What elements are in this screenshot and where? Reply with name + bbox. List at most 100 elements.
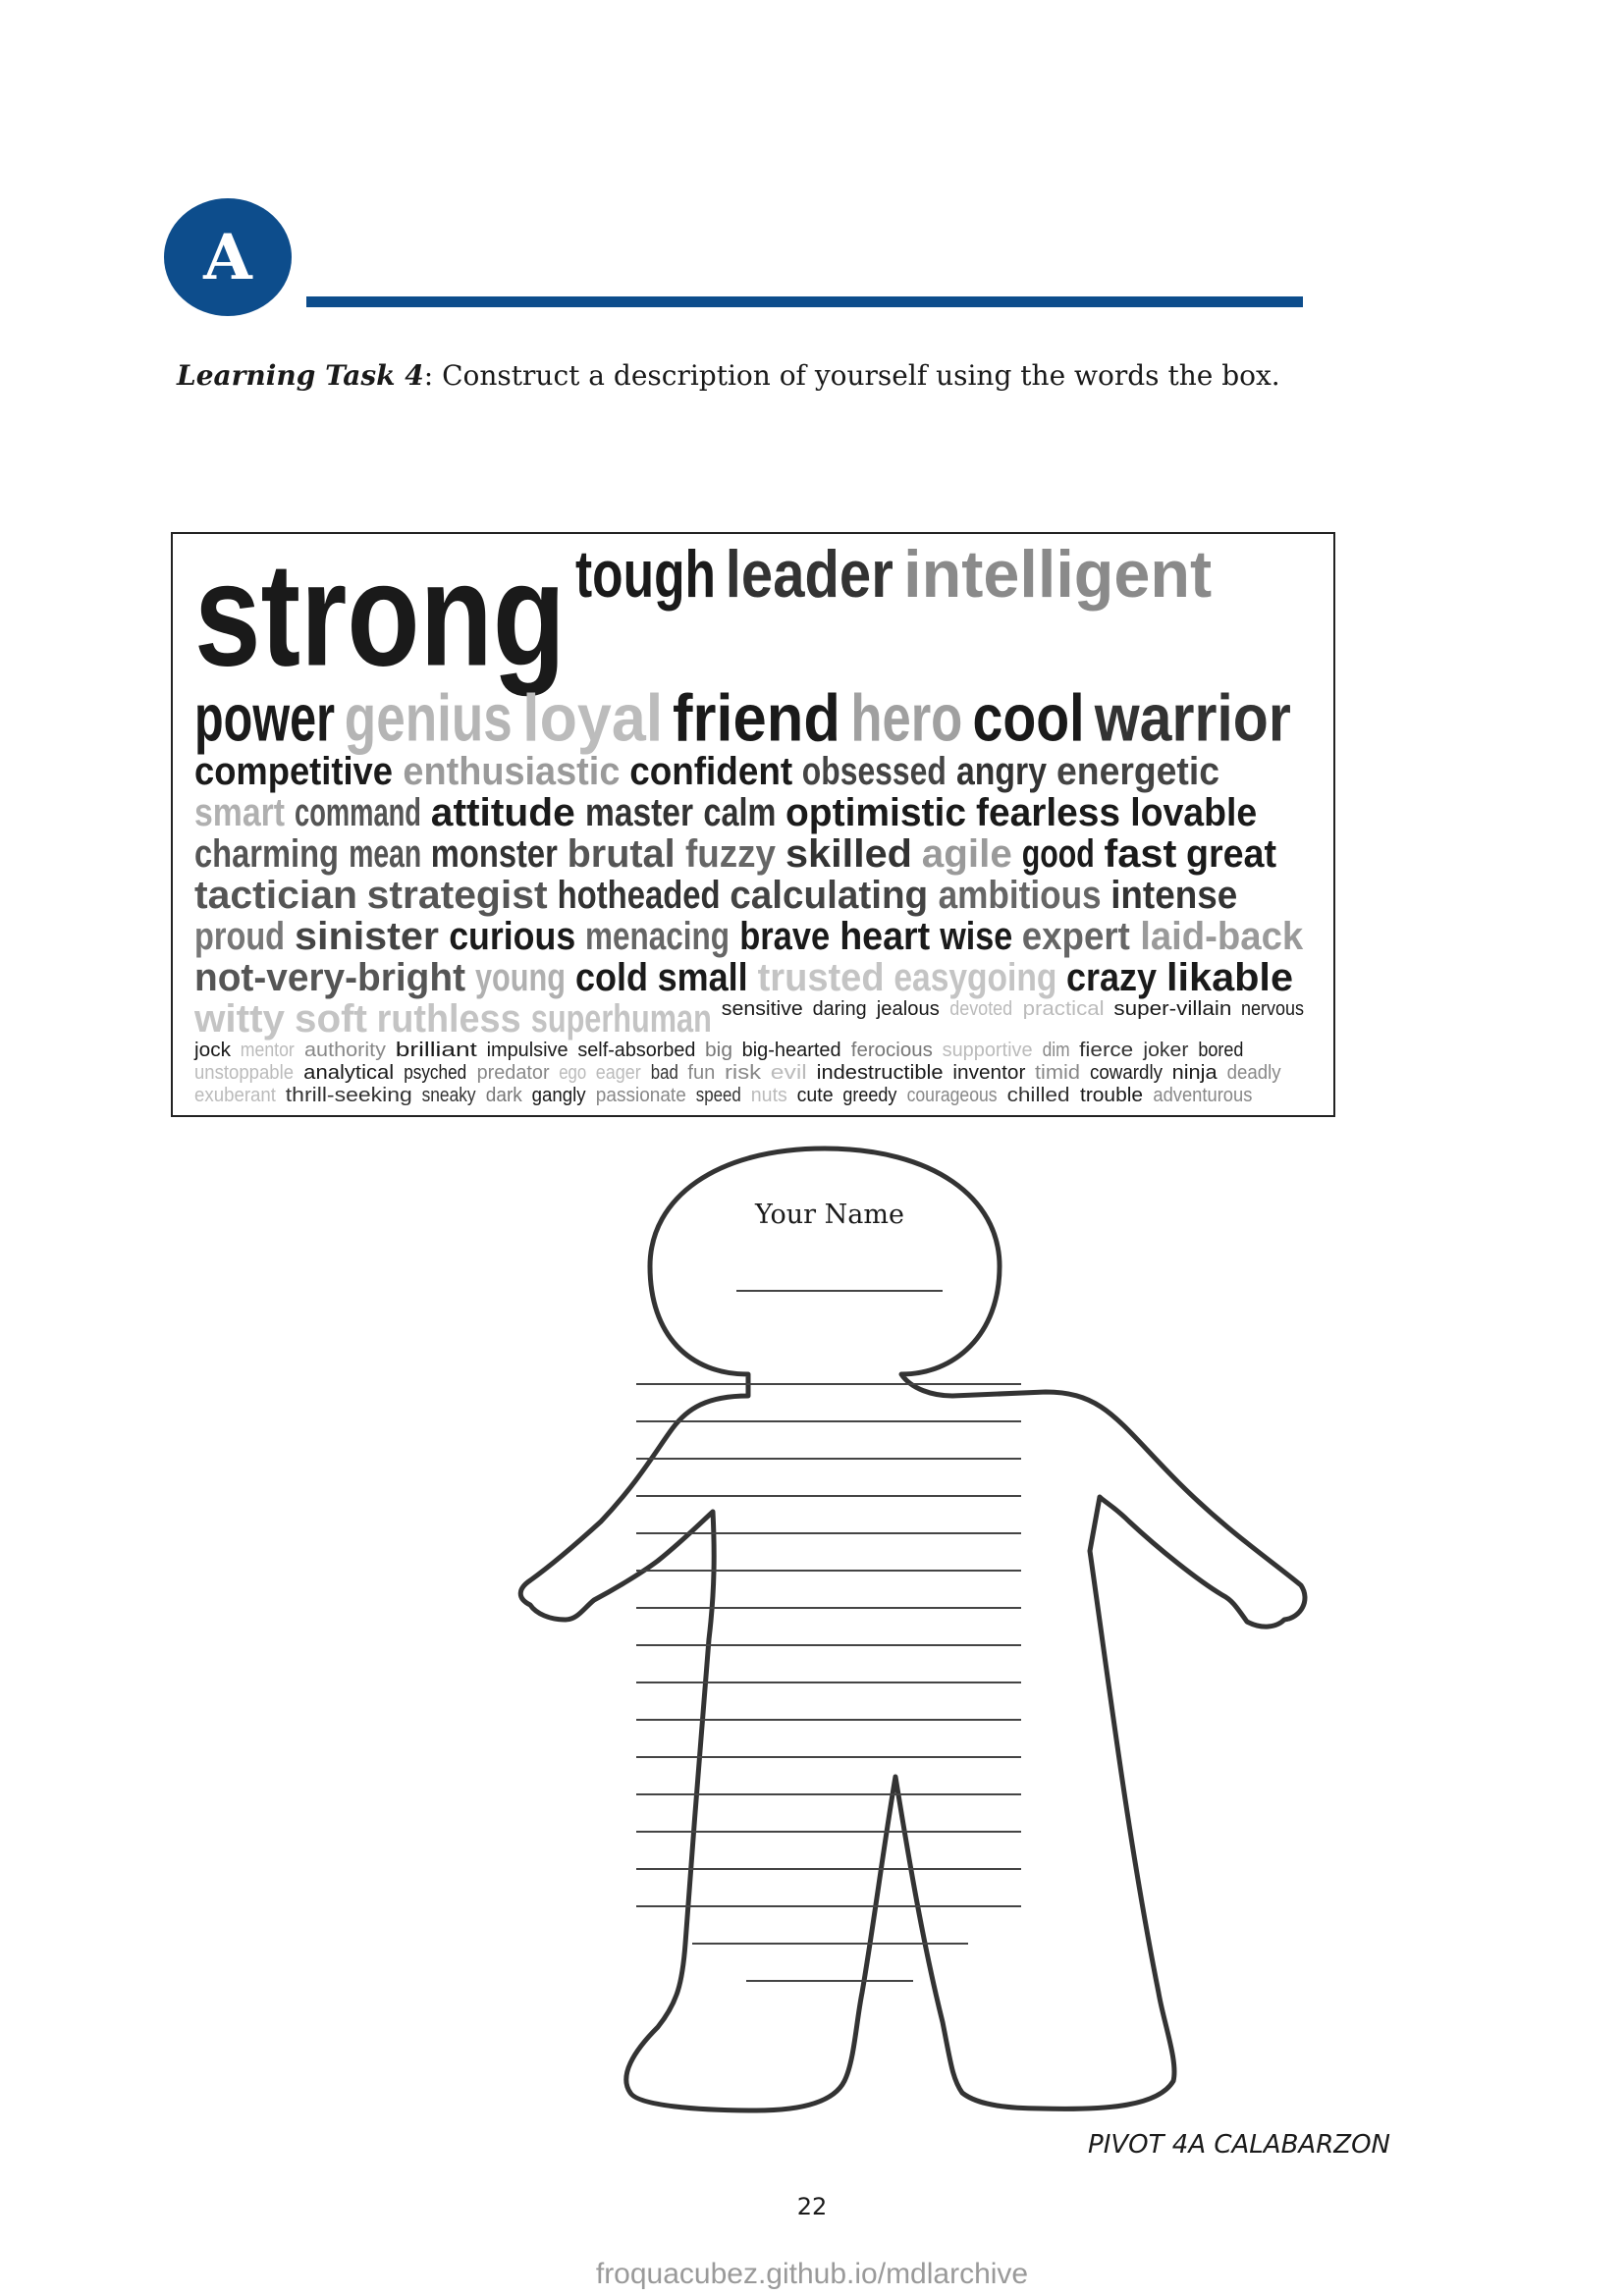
word-cloud: strong tough leader intelligentpower genius l…: [193, 534, 1304, 1106]
cloud-word: calculating: [730, 874, 928, 917]
section-badge: A: [164, 198, 292, 316]
cloud-word: supportive: [943, 1040, 1033, 1061]
cloud-word: command: [295, 791, 421, 834]
cloud-word: confident: [629, 750, 792, 793]
cloud-word: strategist: [367, 874, 548, 917]
cloud-word: agile: [922, 832, 1012, 876]
cloud-word: timid: [1035, 1062, 1080, 1084]
cloud-word: crazy: [1066, 956, 1158, 999]
cloud-word: genius: [345, 680, 513, 755]
cloud-word: not-very-bright: [194, 956, 465, 999]
cloud-word: obsessed: [802, 750, 947, 793]
word-cloud-box: strong tough leader intelligent power genius l…: [171, 532, 1335, 1117]
cloud-word: great: [1186, 832, 1276, 876]
cloud-word: sinister: [295, 915, 439, 958]
cloud-word: leader: [726, 537, 893, 612]
cloud-word: brilliant: [396, 1040, 478, 1061]
task-text: : Construct a description of yourself us…: [423, 359, 1280, 392]
cloud-word: wise: [939, 915, 1012, 958]
cloud-word: adventurous: [1153, 1085, 1252, 1106]
cloud-word: impulsive: [487, 1040, 568, 1061]
cloud-word: superhuman: [531, 997, 712, 1041]
cloud-word: chilled: [1007, 1085, 1070, 1106]
body-outline: [517, 1146, 1308, 2113]
cloud-word: intense: [1110, 874, 1237, 917]
cloud-word: charming: [194, 832, 339, 876]
cloud-word: heart: [839, 915, 930, 958]
cloud-word: menacing: [585, 915, 730, 958]
cloud-word: ego: [559, 1062, 586, 1084]
cloud-word: passionate: [596, 1085, 686, 1106]
cloud-word: fierce: [1079, 1040, 1133, 1061]
cloud-word: trusted: [758, 956, 885, 999]
cloud-word: cool: [973, 680, 1085, 755]
cloud-word: joker: [1142, 1040, 1188, 1061]
cloud-word: unstoppable: [194, 1062, 294, 1084]
cloud-word: bored: [1198, 1040, 1243, 1061]
cloud-word: master: [585, 791, 693, 834]
cloud-word: psyched: [404, 1062, 466, 1084]
cloud-word: smart: [194, 791, 285, 834]
cloud-word: skilled: [785, 832, 912, 876]
cloud-word: dark: [486, 1085, 523, 1106]
cloud-word: attitude: [431, 791, 575, 834]
cloud-word: authority: [304, 1040, 386, 1061]
cloud-word: eager: [596, 1062, 641, 1084]
person-outline: [517, 1146, 1308, 2113]
cloud-word: exuberant: [194, 1085, 276, 1106]
cloud-word: tough: [575, 537, 716, 612]
cloud-word: young: [475, 956, 566, 999]
task-label: Learning Task 4: [177, 359, 424, 392]
cloud-word: power: [194, 680, 335, 755]
cloud-word: jealous: [876, 998, 940, 1020]
cloud-word: friend: [673, 680, 840, 755]
cloud-word: monster: [431, 832, 558, 876]
cloud-word: intelligent: [903, 537, 1212, 612]
cloud-word: calm: [703, 791, 776, 834]
publisher-label: PIVOT 4A CALABARZON: [1088, 2130, 1390, 2160]
cloud-word: expert: [1022, 915, 1130, 958]
cloud-word: fuzzy: [685, 832, 777, 876]
cloud-word: cute: [797, 1085, 834, 1106]
cloud-word: deadly: [1227, 1062, 1281, 1084]
cloud-word: analytical: [303, 1062, 394, 1084]
cloud-word: big-hearted: [742, 1040, 841, 1061]
cloud-word: curious: [449, 915, 575, 958]
cloud-word: ninja: [1172, 1062, 1218, 1084]
cloud-word: laid-back: [1140, 915, 1304, 958]
cloud-word: mean: [349, 832, 421, 876]
cloud-word: evil: [771, 1062, 807, 1084]
cloud-word: speed: [696, 1085, 741, 1106]
cloud-word: soft: [295, 997, 367, 1041]
cloud-word: big: [705, 1040, 732, 1061]
cloud-word: warrior: [1094, 680, 1291, 755]
page-number: 22: [796, 2193, 828, 2220]
cloud-word: optimistic: [785, 791, 966, 834]
cloud-word: small: [658, 956, 748, 999]
cloud-word: devoted: [949, 998, 1012, 1020]
cloud-word: daring: [813, 998, 867, 1020]
cloud-word: sensitive: [722, 998, 803, 1020]
cloud-word: ferocious: [851, 1040, 933, 1061]
cloud-word: cowardly: [1090, 1062, 1163, 1084]
cloud-word: ambitious: [939, 874, 1102, 917]
cloud-word: gangly: [532, 1085, 586, 1106]
cloud-word: lovable: [1130, 791, 1257, 834]
cloud-word: predator: [477, 1062, 550, 1084]
cloud-word: fast: [1104, 832, 1176, 876]
cloud-word: nervous: [1241, 998, 1304, 1020]
cloud-word: fun: [687, 1062, 715, 1084]
section-rule: [306, 296, 1303, 307]
cloud-word: witty: [193, 997, 286, 1041]
cloud-word: self-absorbed: [577, 1040, 695, 1061]
cloud-word: easygoing: [893, 956, 1056, 999]
cloud-word: nuts: [751, 1085, 787, 1106]
cloud-word: mentor: [241, 1040, 295, 1061]
cloud-word: trouble: [1080, 1085, 1143, 1106]
name-label: Your Name: [755, 1200, 904, 1230]
cloud-word: likable: [1166, 956, 1293, 999]
cloud-word: loyal: [522, 680, 663, 755]
cloud-word: indestructible: [817, 1062, 944, 1084]
cloud-word: fearless: [976, 791, 1120, 834]
cloud-word: ruthless: [377, 997, 521, 1041]
